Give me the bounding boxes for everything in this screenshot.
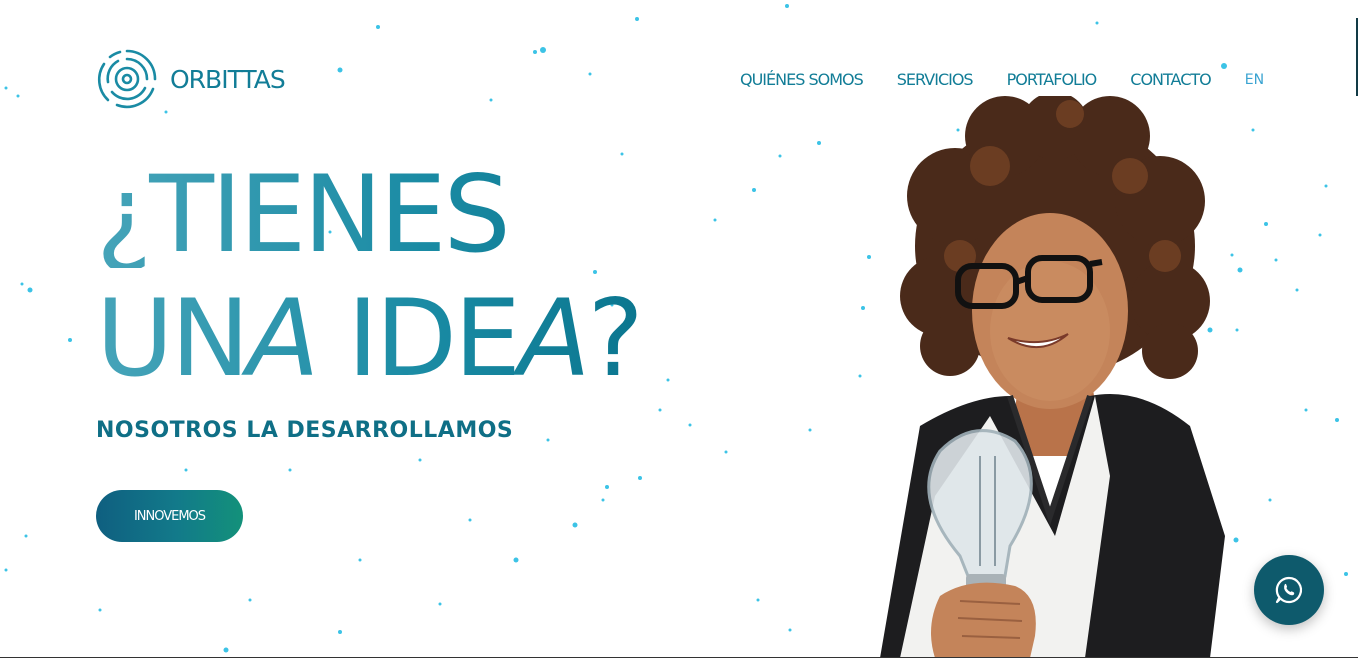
hero-title-line1: ¿TIENES xyxy=(96,162,641,268)
orbit-logo-icon xyxy=(97,49,157,109)
hero-title-line2: UNA IDEA? xyxy=(96,286,641,392)
hero-title-segment: UN xyxy=(96,277,247,400)
nav-item-portafolio[interactable]: PORTAFOLIO xyxy=(1007,70,1098,89)
hero-subtitle: NOSOTROS LA DESARROLLAMOS xyxy=(96,418,514,443)
hero-title: ¿TIENES UNA IDEA? xyxy=(96,162,641,392)
innovemos-button[interactable]: INNOVEMOS xyxy=(96,490,243,542)
hero-title-segment-italic: A xyxy=(517,277,588,400)
nav-item-servicios[interactable]: SERVICIOS xyxy=(897,70,974,89)
hero-title-segment: ? xyxy=(587,277,641,400)
nav-item-contacto[interactable]: CONTACTO xyxy=(1130,70,1211,89)
nav-item-quienes-somos[interactable]: QUIÉNES SOMOS xyxy=(740,70,864,89)
hero-title-segment: IDE xyxy=(316,277,518,400)
woman-holding-lightbulb-photo xyxy=(880,96,1225,658)
language-switch[interactable]: EN xyxy=(1245,72,1264,88)
main-nav: QUIÉNES SOMOS SERVICIOS PORTAFOLIO CONTA… xyxy=(740,70,1264,89)
whatsapp-button[interactable] xyxy=(1254,555,1324,625)
whatsapp-icon xyxy=(1275,576,1303,604)
logo[interactable]: ORBITTAS xyxy=(96,48,286,110)
hero-title-segment-italic: A xyxy=(246,277,317,400)
brand-name: ORBITTAS xyxy=(170,64,286,94)
